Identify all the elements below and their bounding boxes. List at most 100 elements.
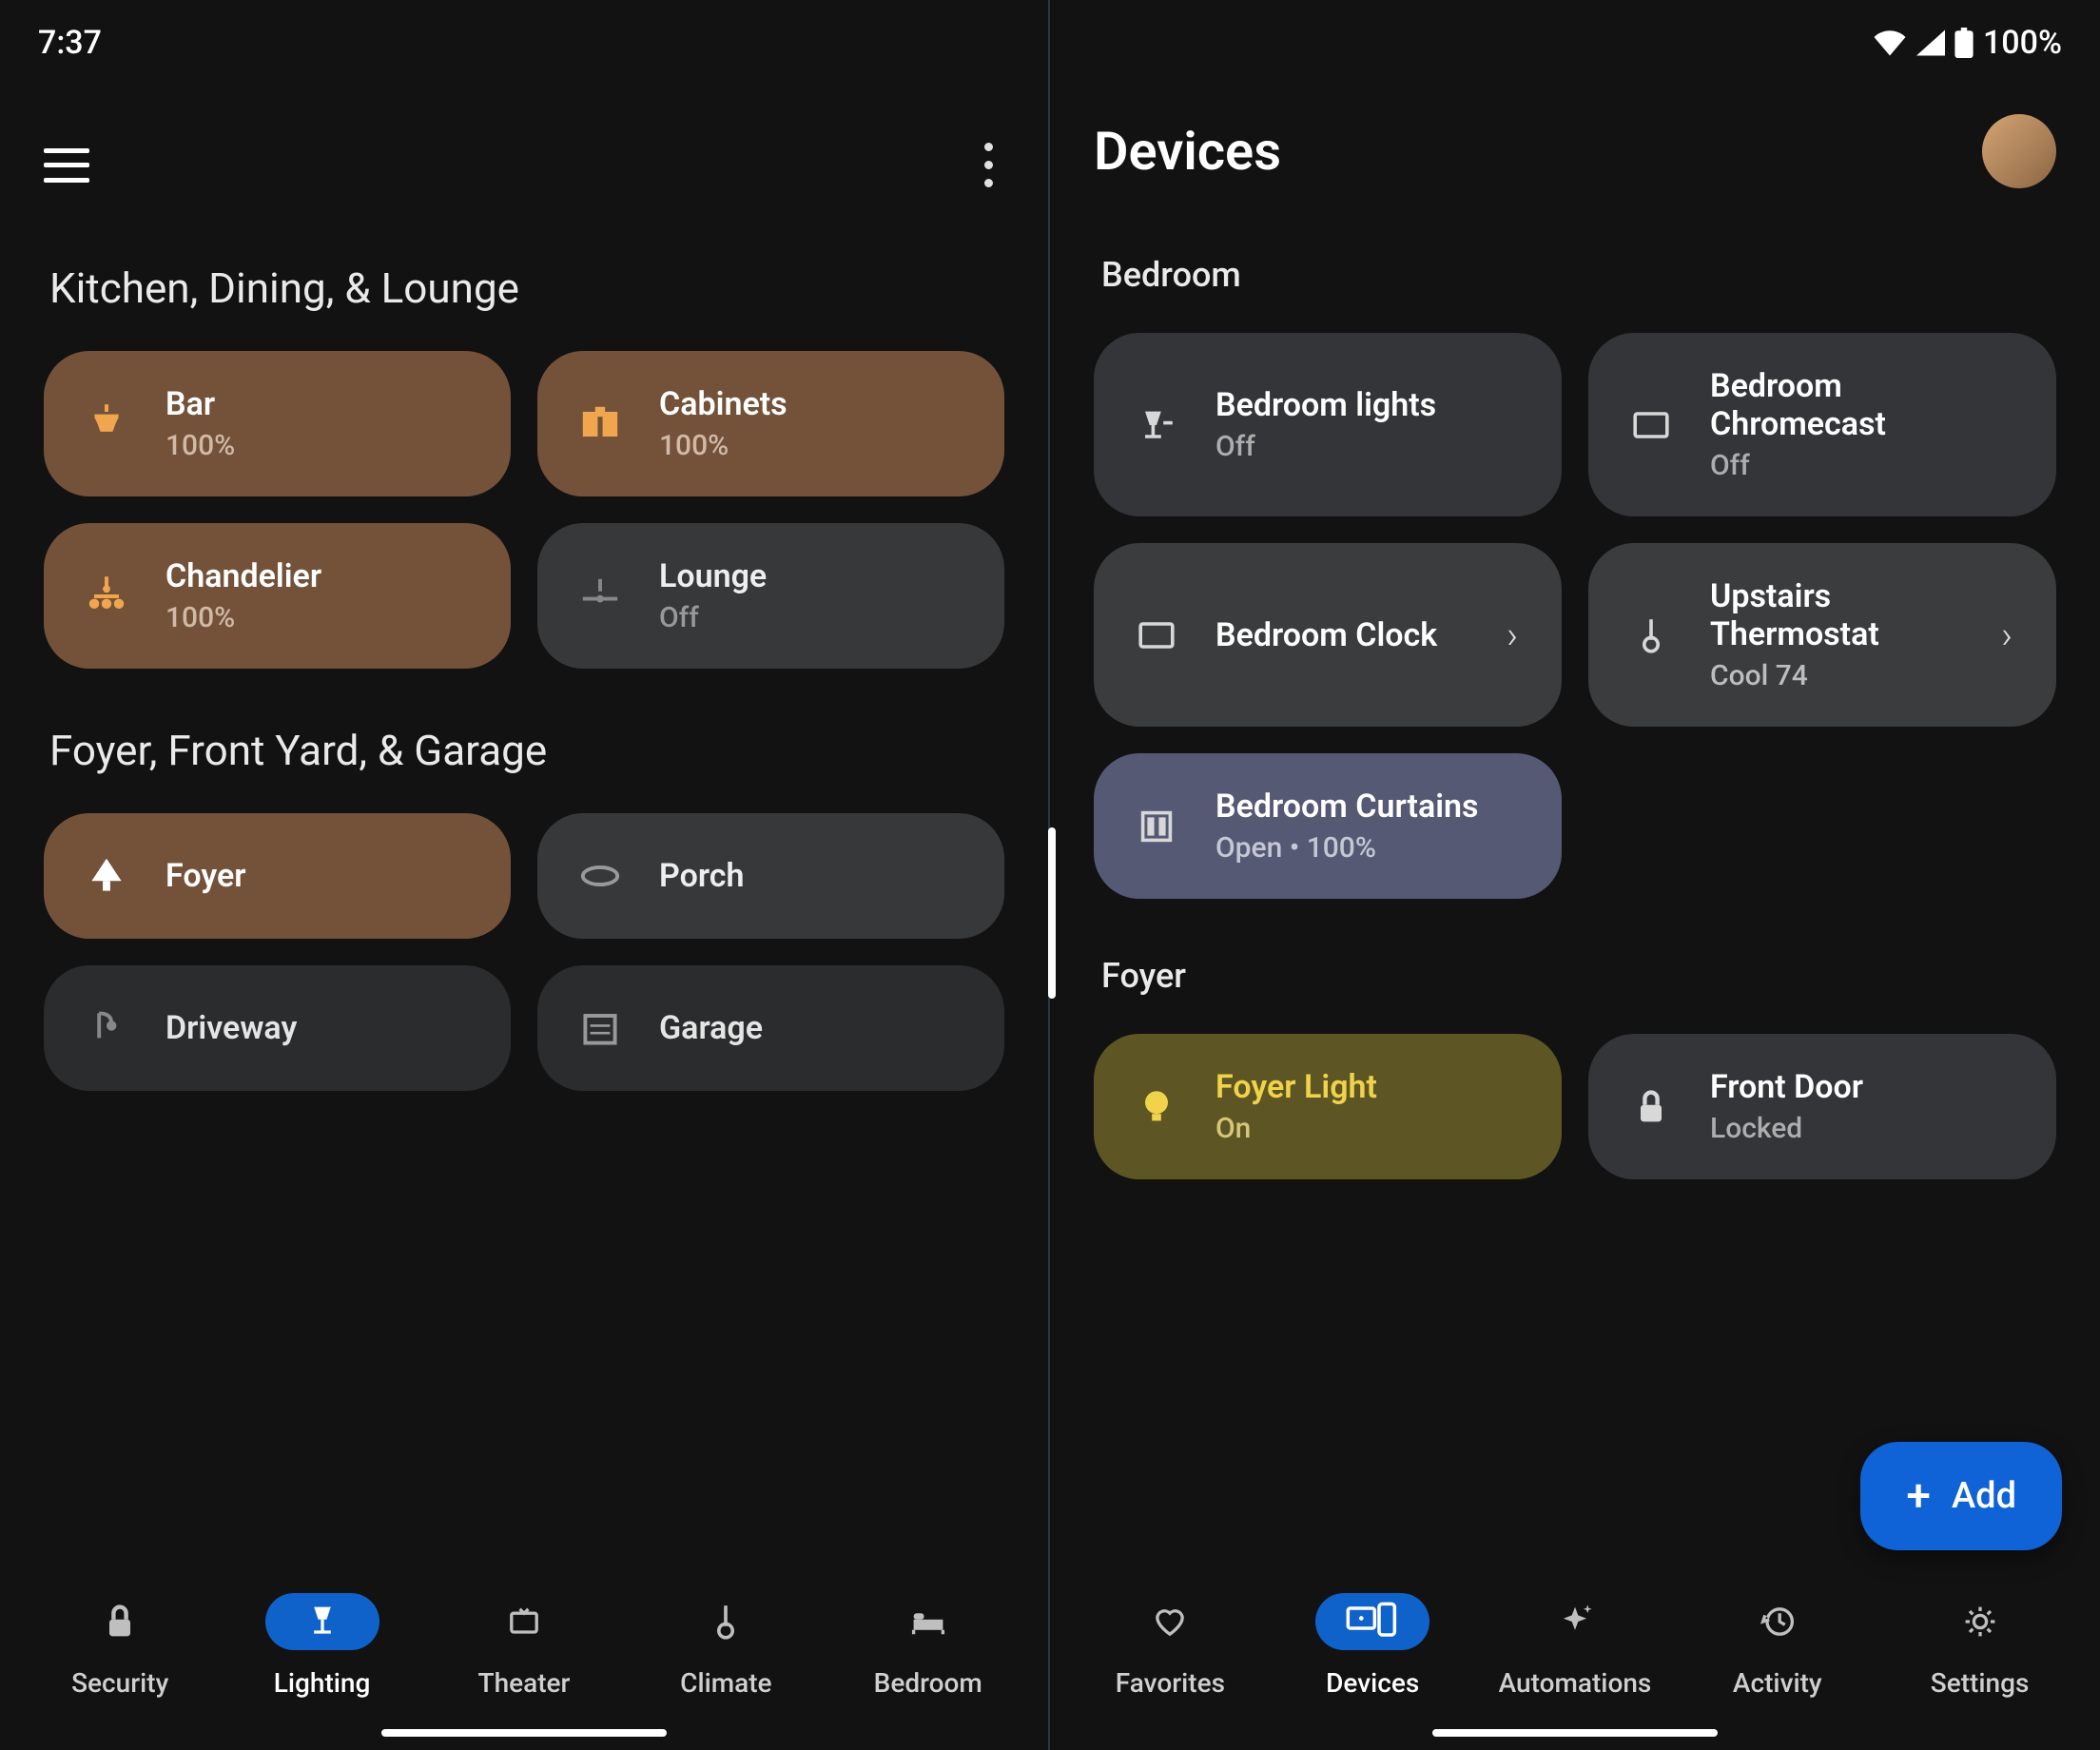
heart-icon (1113, 1593, 1227, 1650)
nav-security[interactable]: Security (39, 1593, 201, 1699)
nav-devices[interactable]: Devices (1292, 1593, 1453, 1699)
nav-label: Bedroom (874, 1667, 982, 1699)
tile-status: Open • 100% (1215, 831, 1479, 865)
tile-name: Bedroom Curtains (1215, 788, 1479, 826)
tv-rect-icon (1128, 607, 1185, 664)
tile-name: Bar (165, 385, 235, 423)
disc-icon (572, 847, 629, 904)
gesture-bar (381, 1729, 667, 1737)
nav-automations[interactable]: Automations (1494, 1593, 1656, 1699)
device-tile[interactable]: Front Door Locked (1588, 1034, 2056, 1179)
nav-label: Favorites (1116, 1667, 1225, 1699)
nav-label: Devices (1326, 1667, 1419, 1699)
lock-icon (63, 1593, 177, 1650)
signal-icon (1916, 29, 1945, 56)
device-tile[interactable]: Bedroom Curtains Open • 100% (1094, 753, 1562, 899)
tile-status: Locked (1710, 1112, 1863, 1145)
tile-name: Chandelier (165, 557, 321, 595)
tv-rect-icon (1623, 397, 1680, 454)
page-title: Devices (1094, 120, 1281, 183)
nav-climate[interactable]: Climate (645, 1593, 807, 1699)
gesture-bar (1432, 1729, 1718, 1737)
device-tile[interactable]: Foyer Light On (1094, 1034, 1562, 1179)
tile-name: Foyer Light (1215, 1068, 1377, 1106)
wifi-icon (1873, 29, 1907, 56)
tile-status: 100% (165, 429, 235, 462)
add-button[interactable]: + Add (1860, 1442, 2062, 1550)
section-label: Kitchen, Dining, & Lounge (49, 263, 1004, 313)
status-bar: 100% (1050, 0, 2100, 86)
lamp-icon (265, 1593, 379, 1650)
device-tile[interactable]: Bedroom lights Off (1094, 333, 1562, 516)
device-tile[interactable]: Bedroom Clock › (1094, 543, 1562, 727)
nav-activity[interactable]: Activity (1697, 1593, 1858, 1699)
fan-icon (572, 568, 629, 625)
tile-name: Driveway (165, 1009, 297, 1047)
battery-percent: 100% (1983, 24, 2062, 62)
tile-name: Upstairs Thermostat (1710, 577, 1971, 653)
plus-icon: + (1906, 1474, 1931, 1518)
tile-status: 100% (659, 429, 788, 462)
pendant-light-icon (78, 396, 135, 453)
device-tile[interactable]: Bar 100% (44, 351, 511, 496)
tile-name: Lounge (659, 557, 767, 595)
curtains-icon (1128, 798, 1185, 855)
bulb-icon (1128, 1079, 1185, 1136)
nav-label: Theater (478, 1667, 571, 1699)
nav-label: Automations (1499, 1667, 1652, 1699)
tile-name: Foyer (165, 857, 246, 895)
tile-name: Bedroom lights (1215, 386, 1436, 424)
device-tile[interactable]: Garage (537, 965, 1004, 1091)
tile-status: Off (1215, 430, 1436, 463)
device-tile[interactable]: Porch (537, 813, 1004, 939)
tile-name: Front Door (1710, 1068, 1863, 1106)
avatar[interactable] (1982, 114, 2056, 188)
add-label: Add (1952, 1475, 2016, 1517)
device-tile[interactable]: Upstairs Thermostat Cool 74 › (1588, 543, 2056, 727)
thermo-icon (669, 1593, 783, 1650)
lamp-table-icon (1128, 397, 1185, 454)
tile-name: Garage (659, 1009, 763, 1047)
tile-status: Off (659, 601, 767, 634)
device-tile[interactable]: Driveway (44, 965, 511, 1091)
menu-icon[interactable] (44, 148, 89, 183)
tile-name: Bedroom Chromecast (1710, 367, 2022, 443)
devices-icon (1315, 1593, 1429, 1650)
section-label: Foyer (1101, 956, 2056, 996)
nav-settings[interactable]: Settings (1899, 1593, 2061, 1699)
nav-favorites[interactable]: Favorites (1089, 1593, 1251, 1699)
thermo-icon (1623, 607, 1680, 664)
tile-name: Porch (659, 857, 744, 895)
chevron-right-icon: › (2001, 612, 2022, 657)
status-bar: 7:37 (0, 0, 1048, 86)
sparkle-icon (1518, 1593, 1632, 1650)
nav-label: Activity (1733, 1667, 1822, 1699)
nav-theater[interactable]: Theater (443, 1593, 605, 1699)
device-tile[interactable]: Cabinets 100% (537, 351, 1004, 496)
bed-icon (871, 1593, 985, 1650)
section-label: Foyer, Front Yard, & Garage (49, 726, 1004, 775)
lamp-post-icon (78, 1000, 135, 1057)
device-tile[interactable]: Lounge Off (537, 523, 1004, 669)
device-tile[interactable]: Bedroom Chromecast Off (1588, 333, 2056, 516)
section-label: Bedroom (1101, 255, 2056, 295)
device-tile[interactable]: Chandelier 100% (44, 523, 511, 669)
tv-icon (467, 1593, 581, 1650)
tile-name: Bedroom Clock (1215, 616, 1437, 654)
chandelier-icon (78, 568, 135, 625)
history-icon (1721, 1593, 1835, 1650)
tile-status: 100% (165, 601, 321, 634)
tile-status: Off (1710, 449, 2022, 482)
garage-icon (572, 1000, 629, 1057)
nav-lighting[interactable]: Lighting (242, 1593, 403, 1699)
tile-name: Cabinets (659, 385, 788, 423)
nav-label: Lighting (274, 1667, 371, 1699)
overflow-icon[interactable] (984, 143, 1004, 187)
nav-label: Security (71, 1667, 168, 1699)
lock-icon (1623, 1079, 1680, 1136)
device-tile[interactable]: Foyer (44, 813, 511, 939)
bulb-down-icon (78, 847, 135, 904)
status-time: 7:37 (38, 24, 102, 62)
nav-bedroom[interactable]: Bedroom (847, 1593, 1009, 1699)
scroll-indicator (1048, 827, 1056, 999)
